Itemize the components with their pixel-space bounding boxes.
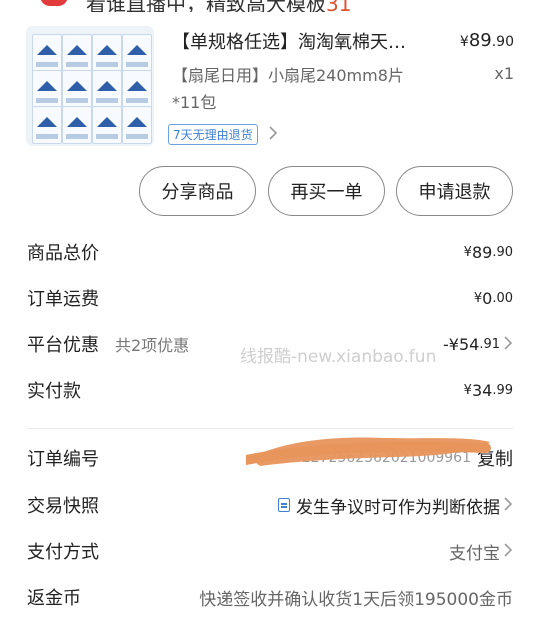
share-product-button[interactable]: 分享商品	[139, 166, 256, 216]
goods-total-row: 商品总价 ¥89.90	[27, 236, 513, 268]
shipping-row: 订单运费 ¥0.00	[27, 282, 513, 314]
snapshot-label: 交易快照	[27, 496, 99, 517]
return-badge: 7天无理由退货	[168, 124, 258, 145]
payment-value: 支付宝	[449, 539, 513, 564]
header-strip: 看谁直播中，精致高大模板31	[0, 0, 540, 12]
product-thumbnail[interactable]	[26, 26, 154, 146]
goods-total-label: 商品总价	[27, 243, 99, 264]
payment-label: 支付方式	[27, 542, 99, 563]
rebate-value: 快递签收并确认收货1天后领195000金币	[199, 589, 513, 610]
product-title[interactable]: 【单规格任选】淘淘氧棉天…	[172, 28, 406, 54]
discount-value: -¥54.91	[443, 335, 513, 354]
product-price: ¥89.90	[459, 30, 514, 51]
discount-label: 平台优惠	[27, 335, 99, 356]
header-strip-text: 看谁直播中，精致高大模板31	[86, 0, 352, 12]
section-divider	[27, 428, 513, 429]
watermark-text: 线报酷-new.xianbao.fun	[240, 347, 437, 367]
rebate-label: 返金币	[27, 588, 81, 609]
goods-total-value: ¥89.90	[463, 242, 513, 262]
shop-logo-icon	[40, 0, 68, 6]
gold-coin-rebate-row: 返金币 快递签收并确认收货1天后领195000金币	[27, 581, 513, 613]
request-refund-button[interactable]: 申请退款	[396, 166, 513, 216]
return-policy[interactable]: 7天无理由退货	[168, 124, 278, 146]
product-quantity: x1	[494, 64, 514, 83]
document-icon	[278, 498, 290, 512]
trade-snapshot-row[interactable]: 交易快照 发生争议时可作为判断依据	[27, 489, 513, 521]
chevron-right-icon	[504, 496, 513, 515]
order-number-label: 订单编号	[27, 449, 99, 470]
product-spec: 【扇尾日用】小扇尾240mm8片*11包	[172, 66, 404, 112]
payment-method-row[interactable]: 支付方式 支付宝	[27, 535, 513, 567]
product-card[interactable]: 【单规格任选】淘淘氧棉天… ¥89.90 【扇尾日用】小扇尾240mm8片*11…	[26, 24, 516, 154]
paid-amount-row: 实付款 ¥34.99	[27, 374, 513, 406]
redaction-scribble	[246, 437, 491, 466]
shipping-value: ¥0.00	[473, 288, 513, 308]
chevron-right-icon	[504, 335, 513, 354]
buy-again-button[interactable]: 再买一单	[268, 166, 385, 216]
chevron-right-icon	[504, 542, 513, 561]
shipping-label: 订单运费	[27, 289, 99, 310]
discount-count: 共2项优惠	[115, 336, 190, 355]
paid-value: ¥34.99	[463, 380, 513, 400]
chevron-right-icon	[269, 125, 278, 144]
paid-label: 实付款	[27, 381, 81, 402]
snapshot-link[interactable]: 发生争议时可作为判断依据	[278, 493, 513, 518]
